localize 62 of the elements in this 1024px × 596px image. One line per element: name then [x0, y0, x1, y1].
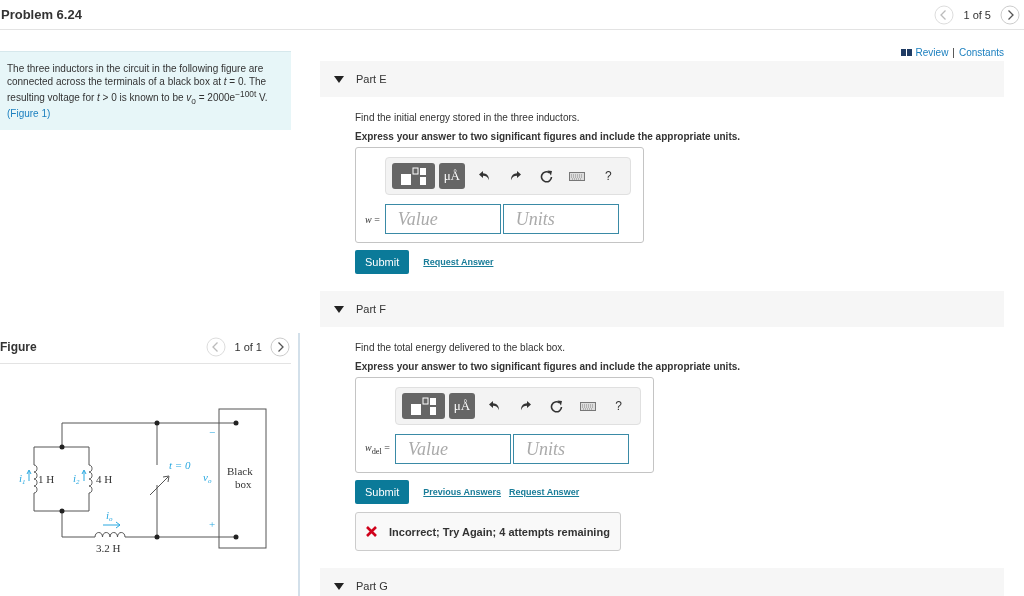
instruction-text: Express your answer to two significant figures and include the appropriate units.	[355, 361, 742, 373]
figure-counter: 1 of 1	[234, 341, 262, 354]
units-button[interactable]: μÅ	[449, 393, 475, 419]
units-button[interactable]: μÅ	[438, 163, 465, 189]
part-header[interactable]: Part E	[320, 61, 1004, 97]
undo-icon[interactable]	[478, 171, 490, 181]
reset-icon[interactable]	[550, 399, 563, 413]
submit-button[interactable]: Submit	[355, 250, 410, 274]
answer-link[interactable]: Previous Answers	[423, 487, 501, 497]
box-label: box	[235, 478, 252, 491]
review-link[interactable]: Review	[915, 46, 949, 58]
problem-text: The three inductors in the circuit in the following figure are connected across the terminals of a black box at t = 0. The resulting voltage for t > 0 is known to be v$_{o}$ = 2000e$^{−100t}$ V. (Figure 1)	[7, 63, 269, 121]
caret-icon	[334, 582, 344, 590]
keyboard-icon[interactable]	[579, 401, 596, 411]
voltage-label: v$_{o}$	[203, 471, 212, 486]
box-label: Black	[227, 465, 253, 478]
current-label: i$_{1}$	[19, 472, 26, 487]
part-header[interactable]: Part G	[320, 568, 1004, 596]
cross-icon	[366, 526, 377, 537]
inductance-label: 4 H	[96, 473, 113, 486]
part-title: Part F	[356, 303, 386, 315]
instruction-text: Express your answer to two significant figures and include the appropriate units.	[355, 131, 742, 143]
feedback-text: Incorrect; Try Again; 4 attempts remaining	[389, 525, 610, 538]
question-text: Find the total energy delivered to the black box.	[355, 342, 567, 354]
templates-icon[interactable]	[402, 393, 445, 419]
question-text: Find the initial energy stored in the three inductors.	[355, 112, 581, 124]
polarity-label: +	[209, 518, 216, 531]
figure-link[interactable]: (Figure 1)	[7, 107, 51, 119]
redo-icon[interactable]	[509, 171, 521, 181]
units-field[interactable]: Units	[513, 434, 629, 464]
undo-icon[interactable]	[489, 401, 500, 411]
caret-icon	[334, 305, 344, 313]
help-button[interactable]: ?	[603, 399, 634, 413]
problem-title: Problem 6.24	[0, 7, 82, 22]
page-counter: 1 of 5	[963, 8, 991, 21]
value-field[interactable]: Value	[384, 204, 501, 234]
switch-label: t = 0	[169, 459, 191, 472]
redo-icon[interactable]	[520, 401, 531, 411]
book-icon	[900, 48, 912, 56]
variable-label: w =	[365, 213, 380, 225]
templates-icon[interactable]	[391, 163, 435, 189]
inductance-label: 1 H	[38, 473, 55, 486]
constants-link[interactable]: Constants	[958, 46, 1004, 58]
answer-link[interactable]: Request Answer	[423, 257, 494, 267]
value-field[interactable]: Value	[395, 434, 511, 464]
part-title: Part G	[356, 580, 388, 592]
link-separator: |	[952, 46, 955, 58]
variable-label: w$_{del}$ =	[365, 442, 390, 456]
units-field[interactable]: Units	[502, 204, 619, 234]
caret-icon	[334, 75, 344, 83]
part-header[interactable]: Part F	[320, 291, 1004, 327]
current-label: i$_{2}$	[73, 472, 80, 487]
help-button[interactable]: ?	[592, 169, 624, 183]
answer-link[interactable]: Request Answer	[508, 487, 580, 497]
part-title: Part E	[356, 73, 387, 85]
current-label: i$_{o}$	[106, 509, 113, 524]
figure-title: Figure	[0, 340, 37, 355]
keyboard-icon[interactable]	[569, 171, 586, 181]
submit-button[interactable]: Submit	[355, 480, 410, 504]
inductance-label: 3.2 H	[96, 542, 121, 555]
polarity-label: −	[209, 426, 216, 439]
reset-icon[interactable]	[539, 169, 553, 183]
